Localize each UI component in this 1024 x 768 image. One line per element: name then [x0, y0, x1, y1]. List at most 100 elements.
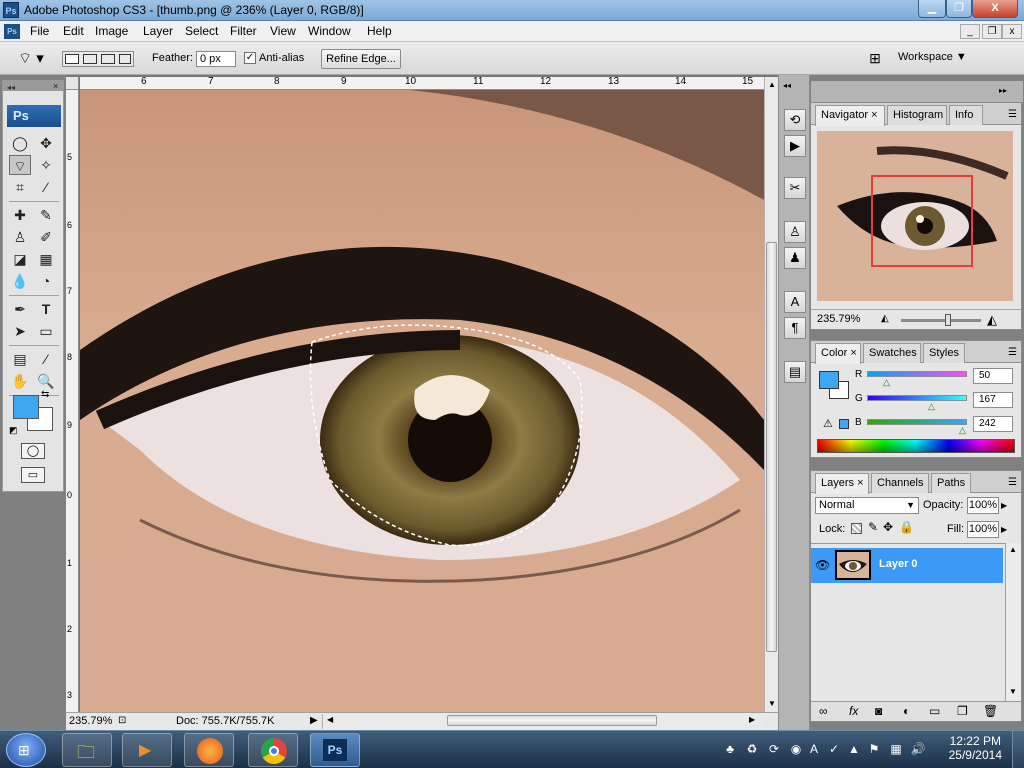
menu-select[interactable]: Select — [185, 24, 218, 38]
slice-tool-icon[interactable]: ⁄ — [35, 177, 57, 197]
fill-input[interactable]: 100% — [967, 521, 999, 538]
ruler-origin[interactable] — [66, 77, 79, 90]
app-icon[interactable]: Ps — [3, 2, 19, 18]
scroll-right-icon[interactable]: ▶ — [749, 715, 755, 724]
firefox-icon[interactable] — [184, 733, 234, 767]
system-clock[interactable]: 12:22 PM 25/9/2014 — [949, 734, 1002, 762]
panel-menu-icon[interactable]: ☰ — [1008, 109, 1017, 120]
zoom-slider[interactable] — [901, 314, 981, 326]
status-info-icon[interactable]: ⊡ — [118, 715, 126, 726]
menu-view[interactable]: View — [270, 24, 296, 38]
swap-colors-icon[interactable]: ⇆ — [41, 389, 49, 400]
menu-filter[interactable]: Filter — [230, 24, 257, 38]
channel-g-value[interactable]: 167 — [973, 392, 1013, 408]
channel-r-slider[interactable] — [867, 371, 967, 377]
screen-mode-icon[interactable]: ▭ — [21, 467, 45, 483]
tool-presets-icon[interactable]: ✂ — [784, 177, 806, 199]
panel-dock-header[interactable]: ▸▸ — [811, 81, 1023, 103]
close-button[interactable]: X — [972, 0, 1018, 18]
feather-input[interactable]: 0 px — [196, 51, 236, 67]
tray-network-share-icon[interactable]: ♣ — [722, 741, 738, 757]
tab-paths[interactable]: Paths — [931, 473, 971, 493]
tray-adobe-icon[interactable]: ▲ — [846, 741, 862, 757]
tray-update-icon[interactable]: ♻ — [744, 741, 760, 757]
visibility-eye-icon[interactable]: 👁 — [815, 558, 830, 572]
path-selection-icon[interactable]: ➤ — [9, 321, 31, 341]
lock-all-icon[interactable]: 🔒 — [899, 520, 914, 534]
minimize-button[interactable]: ▁ — [918, 0, 946, 18]
layer-row[interactable]: 👁 Layer 0 — [811, 548, 1003, 583]
lasso-tool-preset-icon[interactable]: ⌔ ▾ — [18, 49, 52, 69]
subtract-selection-icon[interactable] — [101, 54, 115, 64]
tab-close-icon[interactable]: × — [850, 347, 856, 359]
brushes-panel-icon[interactable]: ♙ — [784, 221, 806, 243]
menu-layer[interactable]: Layer — [143, 24, 173, 38]
layers-scrollbar[interactable]: ▲ ▼ — [1005, 543, 1021, 701]
maximize-button[interactable]: ❐ — [946, 0, 972, 18]
blend-mode-select[interactable]: Normal ▼ — [815, 497, 919, 514]
tab-navigator[interactable]: Navigator × — [815, 105, 885, 126]
character-panel-icon[interactable]: A — [784, 291, 806, 313]
shape-tool-icon[interactable]: ▭ — [35, 321, 57, 341]
vertical-scrollbar[interactable]: ▲ ▼ — [764, 77, 778, 712]
layers-scroll-down-icon[interactable]: ▼ — [1009, 687, 1017, 696]
document-icon[interactable]: Ps — [4, 24, 20, 39]
tray-volume-icon[interactable]: 🔊 — [910, 741, 926, 757]
channel-g-slider[interactable] — [867, 395, 967, 401]
doc-minimize-button[interactable]: _ — [960, 24, 980, 39]
refine-edge-button[interactable]: Refine Edge... — [321, 49, 401, 69]
dock-expand-icon[interactable]: ◂◂ — [783, 81, 791, 90]
tab-color[interactable]: Color × — [815, 343, 861, 364]
tray-network-icon[interactable]: ▦ — [888, 741, 904, 757]
collapse-icon[interactable]: ◂◂ — [7, 83, 15, 92]
pen-tool-icon[interactable]: ✒ — [9, 299, 31, 319]
hand-tool-icon[interactable]: ✋ — [9, 371, 31, 391]
tray-app-icon[interactable]: ◉ — [788, 741, 804, 757]
link-layers-icon[interactable]: ∞ — [819, 704, 828, 718]
eraser-tool-icon[interactable]: ◪ — [9, 249, 31, 269]
layer-name[interactable]: Layer 0 — [879, 558, 918, 570]
file-explorer-icon[interactable]: 🗀 — [62, 733, 112, 767]
horizontal-scroll-thumb[interactable] — [447, 715, 657, 726]
media-player-icon[interactable]: ▶ — [122, 733, 172, 767]
show-desktop-button[interactable] — [1012, 731, 1024, 768]
adjustment-layer-icon[interactable]: ◐ — [903, 704, 910, 718]
crop-tool-icon[interactable]: ⌗ — [9, 177, 31, 197]
paragraph-panel-icon[interactable]: ¶ — [784, 317, 806, 339]
marquee-tool-icon[interactable]: ◯ — [9, 133, 31, 153]
bridge-icon[interactable]: ⊞ — [864, 50, 886, 68]
color-foreground-swatch[interactable] — [819, 371, 839, 389]
tab-histogram[interactable]: Histogram — [887, 105, 947, 125]
new-group-icon[interactable]: ▭ — [929, 704, 940, 718]
panel-menu-icon[interactable]: ☰ — [1008, 347, 1017, 358]
opacity-input[interactable]: 100% — [967, 497, 999, 514]
eyedropper-icon[interactable]: ⁄ — [35, 349, 57, 369]
add-selection-icon[interactable] — [83, 54, 97, 64]
fill-arrow-icon[interactable]: ▶ — [1001, 525, 1007, 534]
color-spectrum-bar[interactable] — [817, 439, 1015, 453]
tray-flag-icon[interactable]: ⚑ — [866, 741, 882, 757]
healing-brush-icon[interactable]: ✚ — [9, 205, 31, 225]
doc-restore-button[interactable]: ❐ — [982, 24, 1002, 39]
tab-swatches[interactable]: Swatches — [863, 343, 921, 363]
menu-help[interactable]: Help — [367, 24, 392, 38]
zoom-tool-icon[interactable]: 🔍 — [35, 371, 57, 391]
menu-window[interactable]: Window — [308, 24, 351, 38]
chrome-icon[interactable] — [248, 733, 298, 767]
tray-font-icon[interactable]: A — [806, 741, 822, 757]
blur-tool-icon[interactable]: 💧 — [9, 271, 31, 291]
layers-scroll-up-icon[interactable]: ▲ — [1009, 545, 1017, 554]
new-layer-icon[interactable]: ❐ — [957, 704, 968, 718]
zoom-in-icon[interactable]: ◭ — [987, 312, 997, 328]
magic-wand-icon[interactable]: ✧ — [35, 155, 57, 175]
navigator-view-box[interactable] — [871, 175, 973, 267]
antialias-checkbox[interactable]: ✓ — [244, 52, 256, 64]
channel-b-slider[interactable] — [867, 419, 967, 425]
doc-close-button[interactable]: x — [1002, 24, 1022, 39]
tab-info[interactable]: Info — [949, 105, 983, 125]
move-tool-icon[interactable]: ✥ — [35, 133, 57, 153]
panel-menu-icon[interactable]: ☰ — [1008, 477, 1017, 488]
tray-security-icon[interactable]: ✓ — [826, 741, 842, 757]
dock-collapse-icon[interactable]: ▸▸ — [999, 86, 1007, 95]
menu-file[interactable]: File — [30, 24, 49, 38]
